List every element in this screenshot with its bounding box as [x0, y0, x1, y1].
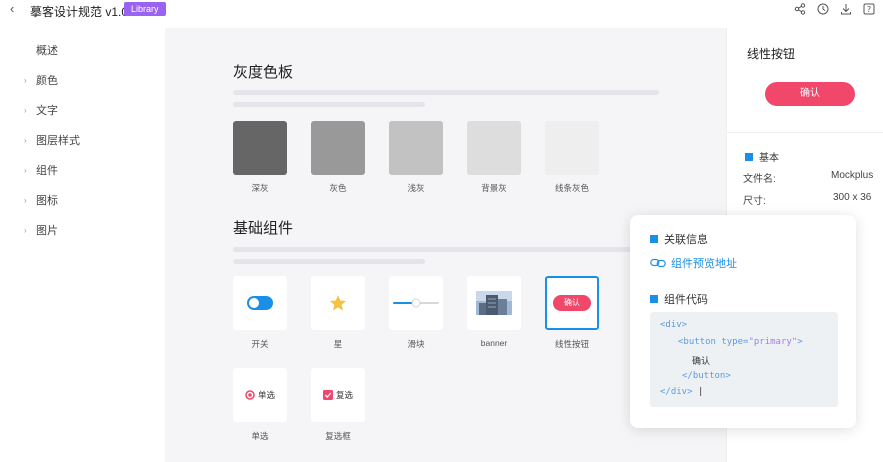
tile-label: 线性按钮 — [554, 339, 589, 349]
button-preview-icon: 确认 — [553, 295, 591, 311]
code-line: 确认 — [692, 357, 711, 367]
swatch-label: 线条灰色 — [554, 183, 589, 193]
building-image-icon — [476, 291, 512, 315]
swatch-line-gray[interactable] — [545, 121, 599, 175]
component-tile-radio[interactable]: 单选 — [233, 368, 287, 422]
chevron-right-icon: › — [24, 105, 27, 115]
sidebar-item-layer-styles[interactable]: › 图层样式 — [24, 132, 80, 148]
square-bullet-icon — [650, 235, 658, 243]
swatch-light-gray[interactable] — [389, 121, 443, 175]
chevron-left-icon[interactable]: ‹ — [10, 1, 14, 16]
component-tile-banner[interactable] — [467, 276, 521, 330]
property-row-size: 尺寸: 300 x 36 — [743, 192, 883, 207]
swatch-label: 深灰 — [251, 183, 269, 193]
tile-label: 滑块 — [407, 339, 425, 349]
sidebar-item-components[interactable]: › 组件 — [24, 162, 58, 178]
placeholder-line — [233, 90, 659, 95]
sidebar-item-label: 图标 — [36, 195, 58, 207]
component-code-header: 组件代码 — [650, 291, 708, 307]
property-key: 文件名: — [743, 174, 776, 185]
chevron-right-icon: › — [24, 165, 27, 175]
sidebar-item-label: 图片 — [36, 225, 58, 237]
swatch-label: 灰色 — [329, 183, 347, 193]
link-label: 组件预览地址 — [671, 258, 737, 270]
sidebar-item-label: 组件 — [36, 165, 58, 177]
component-code-title: 组件代码 — [664, 294, 708, 306]
radio-icon — [245, 390, 255, 400]
chevron-right-icon: › — [24, 135, 27, 145]
sidebar-item-text[interactable]: › 文字 — [24, 102, 58, 118]
top-bar: ‹ 摹客设计规范 v1.0 Library ? — [0, 0, 883, 20]
basic-section-header: 基本 — [745, 149, 779, 164]
star-icon — [329, 295, 347, 311]
placeholder-line — [233, 102, 425, 107]
sidebar-item-label: 图层样式 — [36, 135, 80, 147]
square-bullet-icon — [650, 295, 658, 303]
page-title: 摹客设计规范 v1.0 — [30, 5, 129, 19]
inspector-title: 线性按钮 — [747, 47, 796, 61]
basic-components-title: 基础组件 — [233, 220, 294, 237]
divider — [727, 132, 883, 133]
tile-label: 星 — [333, 339, 343, 349]
swatch-dark-gray[interactable] — [233, 121, 287, 175]
sidebar-item-overview[interactable]: 概述 — [24, 42, 58, 58]
library-badge: Library — [124, 2, 166, 16]
property-key: 尺寸: — [743, 196, 766, 207]
placeholder-line — [233, 247, 659, 252]
sidebar-item-label: 颜色 — [36, 75, 58, 87]
component-preview-link[interactable]: 组件预览地址 — [650, 255, 737, 271]
component-tile-checkbox[interactable]: 复选 — [311, 368, 365, 422]
share-icon[interactable] — [793, 2, 806, 15]
tile-label: 开关 — [251, 339, 269, 349]
code-block[interactable]: <div> <button type="primary"> 确认 </butto… — [650, 312, 838, 407]
gray-palette-title: 灰度色板 — [233, 64, 294, 81]
code-line: <button type="primary"> — [678, 337, 803, 347]
chevron-right-icon: › — [24, 195, 27, 205]
component-info-popup: 关联信息 组件预览地址 组件代码 <div> <button type="pri… — [630, 215, 856, 428]
code-line: </button> — [682, 371, 731, 381]
chevron-right-icon: › — [24, 75, 27, 85]
swatch-background-gray[interactable] — [467, 121, 521, 175]
sidebar-item-images[interactable]: › 图片 — [24, 222, 58, 238]
svg-text:?: ? — [866, 5, 870, 14]
tile-label: 复选框 — [325, 431, 351, 441]
sidebar-item-colors[interactable]: › 颜色 — [24, 72, 58, 88]
swatch-gray[interactable] — [311, 121, 365, 175]
component-tile-star[interactable] — [311, 276, 365, 330]
component-tile-linear-button[interactable]: 确认 — [545, 276, 599, 330]
basic-section-title: 基本 — [759, 153, 779, 164]
property-value: Mockplus — [831, 170, 874, 181]
swatch-label: 背景灰 — [481, 183, 507, 193]
sidebar-item-label: 概述 — [36, 45, 58, 57]
slider-icon — [393, 298, 439, 308]
code-line: </div> | — [660, 387, 704, 397]
toolbar-icons: ? — [793, 2, 875, 15]
download-icon[interactable] — [839, 2, 852, 15]
sidebar: 概述 › 颜色 › 文字 › 图层样式 › 组件 › 图标 › 图片 — [0, 28, 165, 462]
sidebar-item-label: 文字 — [36, 105, 58, 117]
confirm-button-preview[interactable]: 确认 — [765, 82, 855, 106]
sidebar-item-icons[interactable]: › 图标 — [24, 192, 58, 208]
component-tile-switch[interactable] — [233, 276, 287, 330]
checkbox-text: 复选 — [335, 390, 353, 400]
placeholder-line — [233, 259, 425, 264]
history-icon[interactable] — [816, 2, 829, 15]
property-row-filename: 文件名: Mockplus — [743, 170, 883, 185]
chevron-right-icon: › — [24, 225, 27, 235]
tile-label: banner — [480, 338, 508, 348]
related-info-title: 关联信息 — [664, 234, 708, 246]
swatch-label: 浅灰 — [407, 183, 425, 193]
square-bullet-icon — [745, 152, 753, 161]
component-tile-slider[interactable] — [389, 276, 443, 330]
code-line: <div> — [660, 320, 688, 330]
toggle-switch-icon — [247, 296, 273, 310]
property-value: 300 x 36 — [833, 192, 872, 203]
help-icon[interactable]: ? — [862, 2, 875, 15]
link-icon — [650, 258, 666, 268]
radio-text: 单选 — [257, 390, 275, 400]
tile-label: 单选 — [251, 431, 269, 441]
related-info-header: 关联信息 — [650, 231, 708, 247]
checkbox-icon — [322, 390, 333, 400]
